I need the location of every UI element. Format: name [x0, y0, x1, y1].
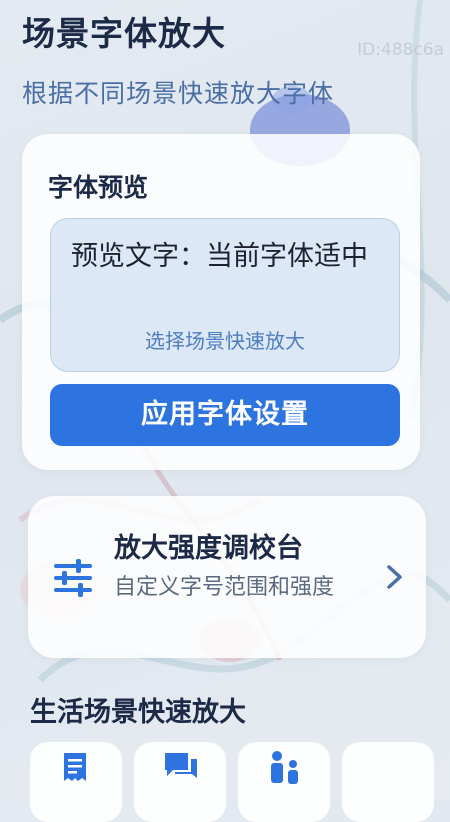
- chevron-right-icon: [387, 565, 402, 589]
- page-header: 场景字体放大 根据不同场景快速放大字体: [22, 12, 450, 110]
- chat-icon: [165, 753, 197, 778]
- scenes-section-title: 生活场景快速放大: [30, 697, 246, 728]
- receipt-icon: [64, 753, 86, 781]
- tuning-description: 自定义字号范围和强度: [114, 575, 335, 600]
- sliders-icon: [54, 559, 92, 597]
- zoom-intensity-tuning-card[interactable]: 放大强度调校台 自定义字号范围和强度: [28, 496, 426, 658]
- preview-card-title: 字体预览: [48, 173, 149, 202]
- page-subtitle: 根据不同场景快速放大字体: [22, 79, 335, 108]
- preview-sample-text: 预览文字：当前字体适中: [71, 241, 368, 272]
- scene-tile-more[interactable]: [342, 742, 434, 822]
- scene-tile-chat[interactable]: [134, 742, 226, 822]
- tuning-title: 放大强度调校台: [114, 533, 303, 564]
- family-icon: [271, 751, 298, 784]
- apply-font-settings-button[interactable]: 应用字体设置: [50, 384, 400, 446]
- page-id-label: ID:488c6a: [357, 40, 444, 60]
- scene-tile-receipt[interactable]: [30, 742, 122, 822]
- preview-box: 预览文字：当前字体适中 选择场景快速放大: [50, 218, 400, 372]
- scene-tile-family[interactable]: [238, 742, 330, 822]
- font-preview-card: 字体预览 预览文字：当前字体适中 选择场景快速放大 应用字体设置: [22, 134, 420, 470]
- preview-hint: 选择场景快速放大: [145, 329, 305, 353]
